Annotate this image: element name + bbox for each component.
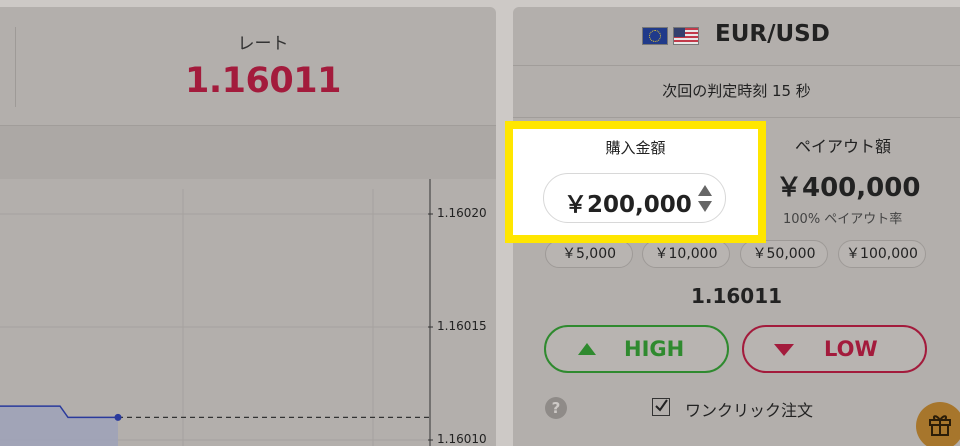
high-button[interactable]: HIGH xyxy=(544,325,729,373)
rate-value: 1.16011 xyxy=(185,61,341,101)
y-tick-label: 1.16010 xyxy=(437,432,487,446)
rate-label: レート xyxy=(237,34,289,54)
decrease-arrow-icon[interactable] xyxy=(698,201,712,212)
chart-toolbar xyxy=(0,126,496,179)
price-area xyxy=(0,406,118,446)
current-rate: 1.16011 xyxy=(690,284,783,308)
eu-flag-icon xyxy=(642,27,668,45)
purchase-amount-input[interactable]: ￥200,000 xyxy=(543,173,726,223)
y-tick-label: 1.16020 xyxy=(437,206,487,220)
rate-header: レート 1.16011 xyxy=(0,7,496,125)
price-chart[interactable]: 1.16020 1.16015 1.16010 xyxy=(0,179,496,446)
arrow-up-icon xyxy=(578,343,596,355)
checkmark-icon xyxy=(655,399,668,412)
us-flag-icon xyxy=(673,27,699,45)
currency-pair: EUR/USD xyxy=(715,21,830,47)
judgement-timer: 次回の判定時刻 15 秒 xyxy=(662,82,811,100)
divider xyxy=(513,65,960,66)
purchase-amount-title: 購入金額 xyxy=(605,139,666,157)
arrow-down-icon xyxy=(774,344,794,356)
quick-amount-5000-button[interactable]: ￥5,000 xyxy=(545,240,633,268)
low-label: LOW xyxy=(824,337,878,361)
purchase-amount-value: ￥200,000 xyxy=(564,192,692,218)
payout-amount: ￥400,000 xyxy=(776,173,921,203)
y-tick-label: 1.16015 xyxy=(437,319,487,333)
quick-amount-10000-button[interactable]: ￥10,000 xyxy=(642,240,730,268)
payout-title: ペイアウト額 xyxy=(795,137,892,156)
quick-amount-100000-button[interactable]: ￥100,000 xyxy=(838,240,926,268)
increase-arrow-icon[interactable] xyxy=(698,185,712,196)
help-icon[interactable]: ? xyxy=(545,397,567,419)
quick-amount-50000-button[interactable]: ￥50,000 xyxy=(740,240,828,268)
price-chart-svg xyxy=(0,179,433,446)
purchase-amount-panel: 購入金額 ￥200,000 xyxy=(505,121,766,243)
high-label: HIGH xyxy=(624,337,685,361)
one-click-label[interactable]: ワンクリック注文 xyxy=(685,397,813,421)
divider xyxy=(513,117,960,118)
gift-button[interactable] xyxy=(916,402,960,446)
low-button[interactable]: LOW xyxy=(742,325,927,373)
pair-header[interactable]: EUR/USD xyxy=(513,7,960,65)
one-click-checkbox[interactable] xyxy=(652,398,670,416)
rate-panel: レート 1.16011 1.16020 1.16015 1.16010 xyxy=(0,7,496,446)
payout-rate: 100% ペイアウト率 xyxy=(783,212,903,227)
gift-icon xyxy=(929,415,951,436)
current-price-point xyxy=(114,413,122,421)
